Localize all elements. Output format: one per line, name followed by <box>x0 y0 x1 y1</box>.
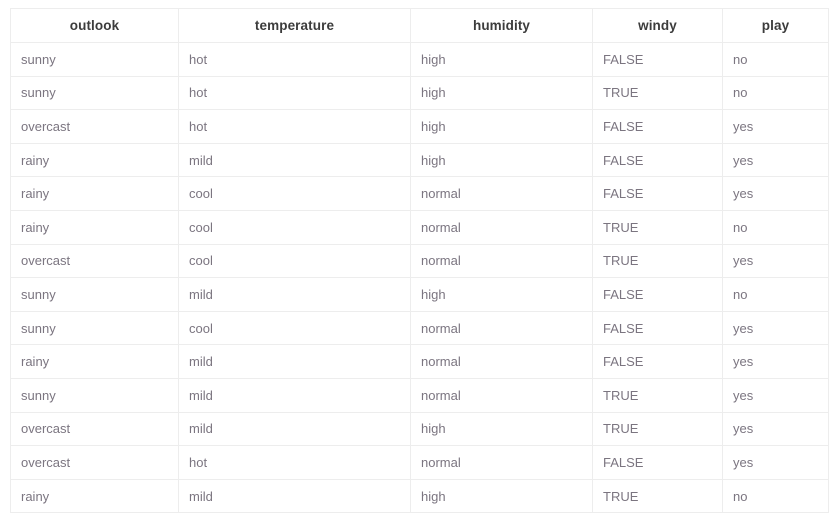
cell-windy: TRUE <box>592 377 723 413</box>
cell-temperature: hot <box>178 42 411 77</box>
data-table-container: outlook temperature humidity windy play sunn… <box>10 8 829 513</box>
cell-play: yes <box>722 109 829 144</box>
cell-temperature: cool <box>178 310 411 346</box>
cell-temperature: hot <box>178 109 411 144</box>
cell-outlook: overcast <box>10 109 179 144</box>
cell-windy: FALSE <box>592 176 723 211</box>
cell-outlook: sunny <box>10 377 179 413</box>
cell-windy: FALSE <box>592 310 723 346</box>
cell-humidity: normal <box>410 377 593 413</box>
cell-humidity: high <box>410 109 593 144</box>
cell-temperature: mild <box>178 377 411 413</box>
cell-humidity: high <box>410 277 593 312</box>
table-row: overcast mild high TRUE yes <box>10 411 829 447</box>
table-row: overcast hot normal FALSE yes <box>10 445 829 480</box>
cell-outlook: rainy <box>10 142 179 178</box>
column-header-outlook[interactable]: outlook <box>10 8 179 43</box>
table-row: rainy mild high FALSE yes <box>10 142 829 178</box>
cell-play: yes <box>722 445 829 480</box>
table-row: overcast hot high FALSE yes <box>10 109 829 144</box>
column-header-humidity[interactable]: humidity <box>410 8 593 43</box>
cell-temperature: cool <box>178 243 411 279</box>
cell-temperature: mild <box>178 277 411 312</box>
table-row: rainy cool normal FALSE yes <box>10 176 829 211</box>
cell-play: yes <box>722 142 829 178</box>
column-header-play[interactable]: play <box>722 8 829 43</box>
cell-humidity: normal <box>410 445 593 480</box>
cell-temperature: mild <box>178 411 411 447</box>
cell-temperature: hot <box>178 445 411 480</box>
cell-play: no <box>722 75 829 111</box>
table-body: sunny hot high FALSE no sunny hot high TRUE no ove… <box>10 42 829 513</box>
cell-outlook: overcast <box>10 243 179 279</box>
cell-play: yes <box>722 411 829 447</box>
cell-outlook: sunny <box>10 310 179 346</box>
table-row: sunny hot high FALSE no <box>10 42 829 77</box>
cell-humidity: high <box>410 411 593 447</box>
cell-windy: TRUE <box>592 243 723 279</box>
cell-outlook: sunny <box>10 75 179 111</box>
table-row: sunny mild normal TRUE yes <box>10 377 829 413</box>
cell-play: no <box>722 209 829 245</box>
cell-play: no <box>722 42 829 77</box>
cell-windy: FALSE <box>592 109 723 144</box>
cell-play: yes <box>722 243 829 279</box>
cell-play: yes <box>722 310 829 346</box>
table-row: sunny mild high FALSE no <box>10 277 829 312</box>
cell-temperature: hot <box>178 75 411 111</box>
cell-play: no <box>722 277 829 312</box>
cell-humidity: high <box>410 75 593 111</box>
table-header-row: outlook temperature humidity windy play <box>10 8 829 43</box>
cell-outlook: sunny <box>10 277 179 312</box>
cell-windy: TRUE <box>592 411 723 447</box>
cell-outlook: rainy <box>10 209 179 245</box>
column-header-temperature[interactable]: temperature <box>178 8 411 43</box>
cell-windy: TRUE <box>592 75 723 111</box>
weather-dataset-table: outlook temperature humidity windy play sunn… <box>10 8 829 513</box>
table-row: overcast cool normal TRUE yes <box>10 243 829 279</box>
cell-windy: FALSE <box>592 142 723 178</box>
cell-temperature: mild <box>178 142 411 178</box>
column-header-windy[interactable]: windy <box>592 8 723 43</box>
cell-outlook: overcast <box>10 445 179 480</box>
cell-play: yes <box>722 176 829 211</box>
cell-play: yes <box>722 377 829 413</box>
cell-humidity: normal <box>410 344 593 379</box>
cell-outlook: rainy <box>10 176 179 211</box>
cell-windy: TRUE <box>592 209 723 245</box>
cell-humidity: high <box>410 142 593 178</box>
table-row: rainy cool normal TRUE no <box>10 209 829 245</box>
cell-humidity: normal <box>410 176 593 211</box>
cell-humidity: normal <box>410 243 593 279</box>
table-row: sunny hot high TRUE no <box>10 75 829 111</box>
cell-outlook: sunny <box>10 42 179 77</box>
cell-temperature: mild <box>178 344 411 379</box>
cell-outlook: rainy <box>10 344 179 379</box>
cell-windy: FALSE <box>592 277 723 312</box>
cell-temperature: cool <box>178 209 411 245</box>
cell-windy: FALSE <box>592 445 723 480</box>
table-row: rainy mild normal FALSE yes <box>10 344 829 379</box>
cell-outlook: overcast <box>10 411 179 447</box>
cell-windy: FALSE <box>592 344 723 379</box>
cell-humidity: normal <box>410 209 593 245</box>
cell-temperature: cool <box>178 176 411 211</box>
cell-humidity: high <box>410 42 593 77</box>
cell-play: yes <box>722 344 829 379</box>
table-row: sunny cool normal FALSE yes <box>10 310 829 346</box>
cell-windy: FALSE <box>592 42 723 77</box>
cell-humidity: normal <box>410 310 593 346</box>
table-header: outlook temperature humidity windy play <box>10 8 829 43</box>
